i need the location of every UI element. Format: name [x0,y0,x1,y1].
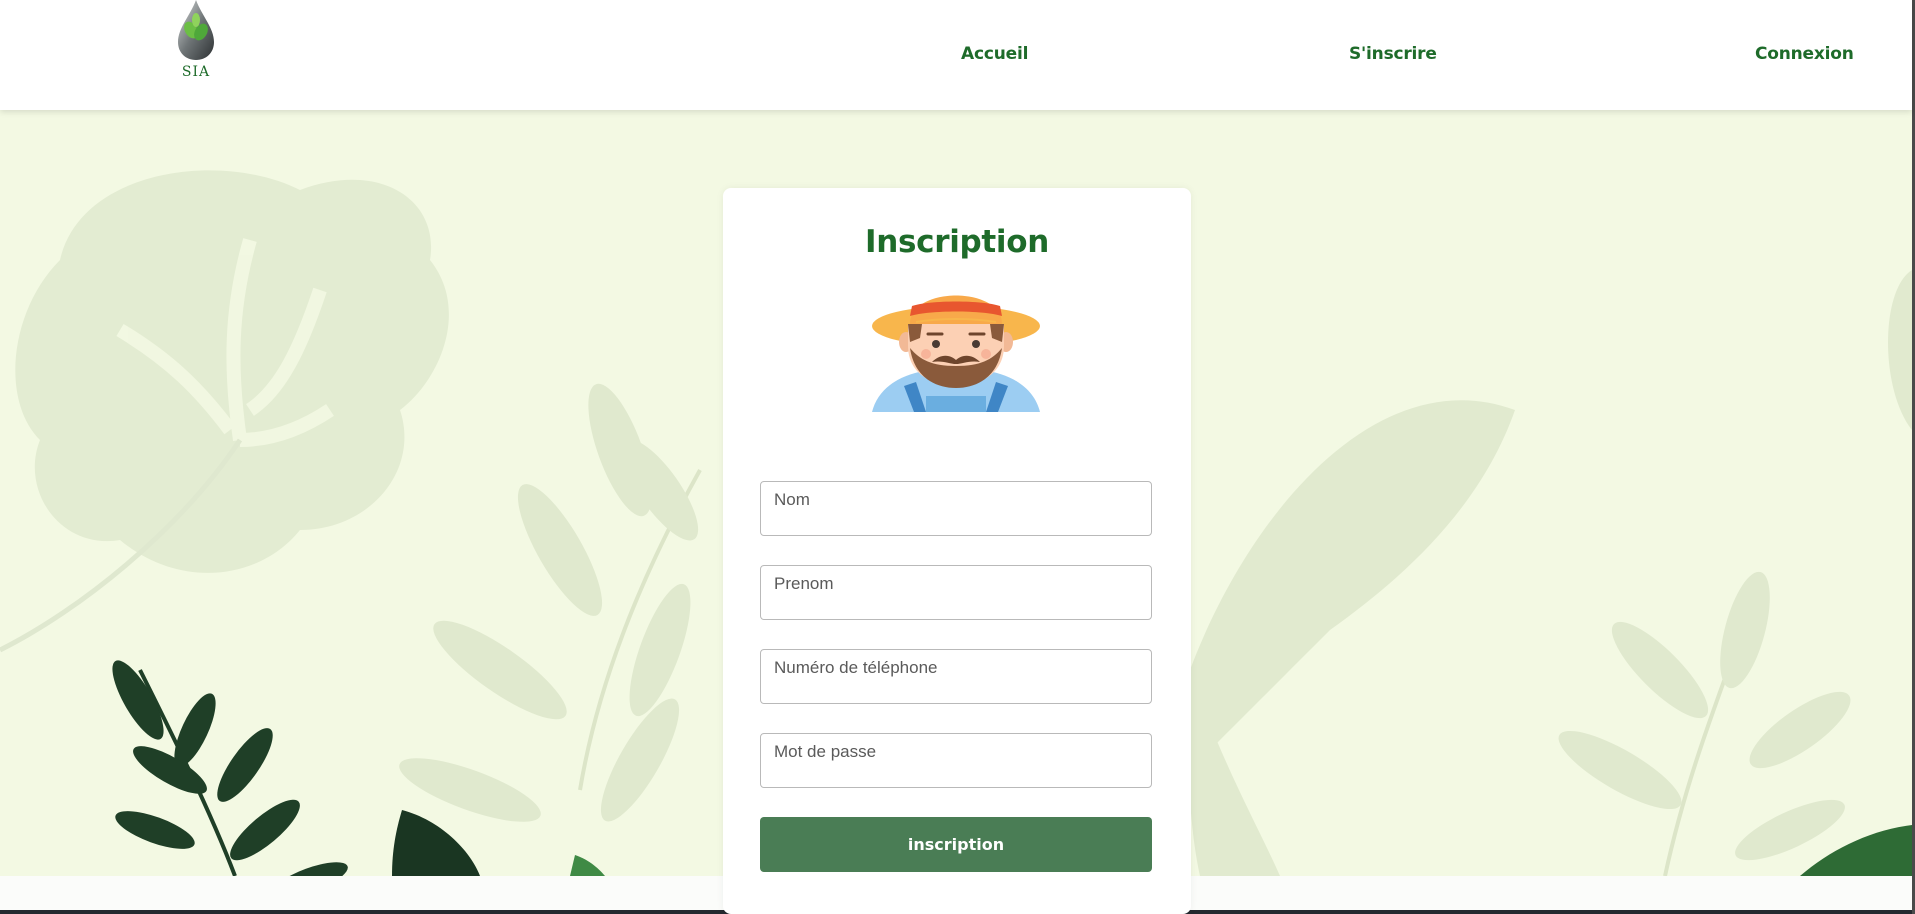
phone-field[interactable] [760,649,1152,704]
nav-register-link[interactable]: S'inscrire [1349,44,1437,64]
logo-drop-icon [178,0,214,60]
nom-field[interactable] [760,481,1152,536]
logo-text: SIA [181,64,211,80]
farmer-avatar-icon [872,295,1040,412]
inscription-button[interactable]: inscription [760,817,1152,872]
prenom-field[interactable] [760,565,1152,620]
registration-card: Inscription Nom Prenom Numéro de télépho… [723,188,1191,914]
password-field[interactable] [760,733,1152,788]
site-header: SIA Accueil S'inscrire Connexion [0,0,1912,110]
site-logo[interactable]: SIA [172,0,220,84]
nav-home-link[interactable]: Accueil [961,44,1028,64]
nav-login-link[interactable]: Connexion [1755,44,1854,64]
form-title: Inscription [864,224,1050,260]
